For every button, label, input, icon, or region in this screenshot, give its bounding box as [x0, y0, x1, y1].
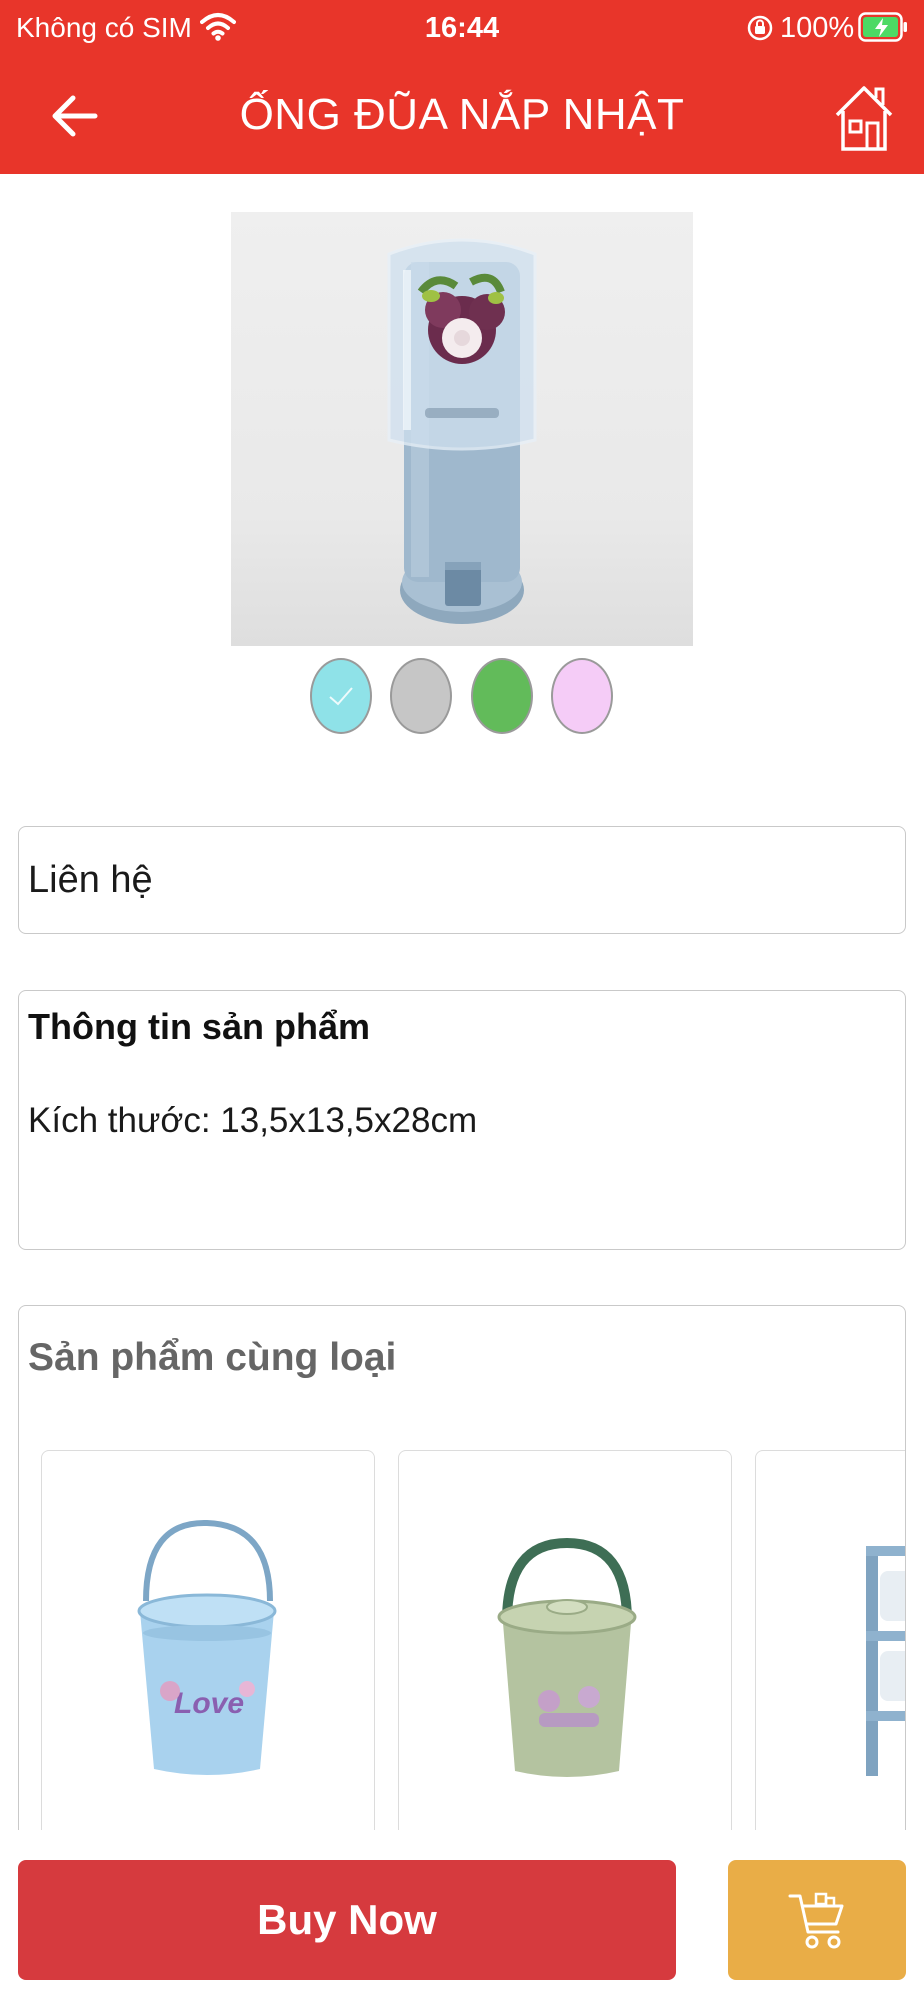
- product-info-box: Thông tin sản phẩm Kích thước: 13,5x13,5…: [18, 990, 906, 1250]
- nav-bar: ỐNG ĐŨA NẮP NHẬT: [0, 60, 924, 170]
- page-title: ỐNG ĐŨA NẮP NHẬT: [239, 90, 685, 139]
- back-button[interactable]: [40, 84, 110, 148]
- color-swatch-pink[interactable]: [551, 658, 613, 734]
- related-product-card[interactable]: [755, 1450, 905, 1865]
- product-info-title: Thông tin sản phẩm: [28, 1006, 370, 1047]
- svg-text:Love: Love: [174, 1687, 244, 1720]
- color-swatch-light-blue[interactable]: [310, 658, 372, 734]
- bottom-action-bar: Buy Now: [0, 1830, 924, 2000]
- battery-percent: 100%: [780, 12, 855, 44]
- check-icon: [329, 687, 353, 706]
- battery-charging-icon: [858, 12, 908, 47]
- chopstick-holder-product-image: [231, 212, 693, 646]
- status-bar: Không có SIM 16:44 100%: [0, 0, 924, 56]
- green-bucket-image: [497, 1537, 637, 1777]
- price-box: Liên hệ: [18, 826, 906, 934]
- product-size-text: Kích thước: 13,5x13,5x28cm: [28, 1101, 478, 1140]
- related-product-card[interactable]: [398, 1450, 732, 1865]
- price-label: Liên hệ: [28, 858, 153, 901]
- app-header: Không có SIM 16:44 100% ỐNG ĐŨA NẮP NHẬT: [0, 0, 924, 174]
- color-swatches: [0, 656, 924, 736]
- related-products-section: Sản phẩm cùng loại Love: [18, 1305, 906, 1865]
- shelf-image: [866, 1546, 905, 1776]
- home-icon: [835, 86, 893, 151]
- shopping-cart-icon: [788, 1892, 844, 1949]
- buy-now-button[interactable]: Buy Now: [18, 1860, 676, 1980]
- blue-bucket-image: Love: [137, 1519, 277, 1775]
- related-products-title: Sản phẩm cùng loại: [28, 1336, 397, 1379]
- related-product-card[interactable]: Love: [41, 1450, 375, 1865]
- arrow-left-icon: [52, 95, 98, 137]
- lock-rotation-icon: [746, 14, 774, 47]
- add-to-cart-button[interactable]: [728, 1860, 906, 1980]
- home-button[interactable]: [816, 78, 912, 158]
- color-swatch-gray[interactable]: [390, 658, 452, 734]
- color-swatch-green[interactable]: [471, 658, 533, 734]
